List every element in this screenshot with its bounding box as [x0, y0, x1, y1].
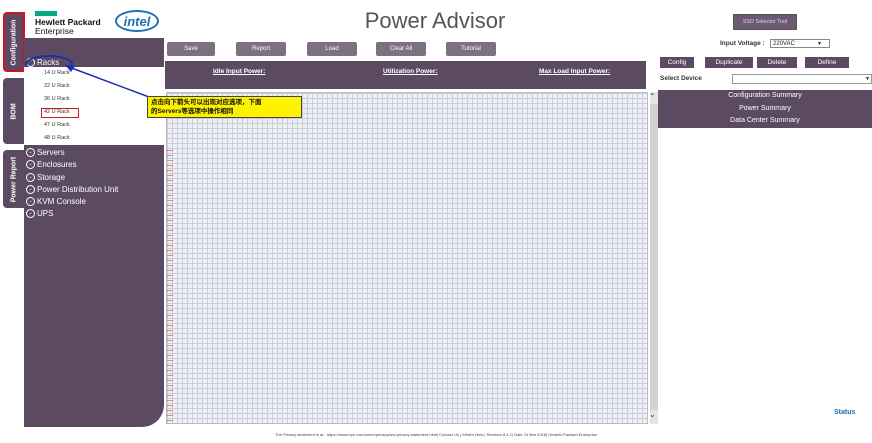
select-device-label: Select Device	[660, 75, 702, 82]
hpe-logo: Hewlett Packard Enterprise	[35, 18, 101, 36]
tab-power-report-label: Power Report	[10, 156, 18, 202]
hpe-logo-bar	[35, 11, 57, 16]
input-voltage-label: Input Voltage :	[720, 40, 765, 47]
rack-item[interactable]: 47 U Rack	[44, 122, 70, 128]
page-title: Power Advisor	[364, 8, 506, 33]
callout-line2: 的Servers等选项中操作相同	[151, 108, 234, 115]
category-label: Power Distribution Unit	[37, 185, 119, 194]
power-summary-bar	[165, 61, 646, 89]
category-enclosures[interactable]: ⌄ Enclosures	[26, 160, 77, 169]
tab-configuration-label: Configuration	[10, 19, 18, 65]
input-voltage-select[interactable]: 220VAC ▼	[770, 39, 830, 48]
load-button[interactable]: Load	[307, 42, 357, 56]
dropdown-arrow-icon: ▼	[817, 41, 822, 47]
category-storage[interactable]: ⌄ Storage	[26, 173, 65, 182]
footer-text: The Privacy statement is at - https://ww…	[275, 432, 597, 437]
scroll-up-icon[interactable]: ⌃	[649, 92, 656, 101]
callout-line1: 点击向下箭头可以出现对应选项，下面	[151, 99, 262, 106]
category-pdu[interactable]: ⌄ Power Distribution Unit	[26, 185, 118, 194]
rack-unit-ruler	[167, 150, 173, 422]
save-button[interactable]: Save	[167, 42, 215, 56]
annotation-callout: 点击向下箭头可以出现对应选项，下面 的Servers等选项中操作相同	[147, 96, 302, 118]
dropdown-arrow-icon: ▼	[865, 76, 870, 82]
brand-line2: Enterprise	[35, 26, 74, 36]
category-label: Servers	[37, 148, 65, 157]
clear-all-button[interactable]: Clear All	[376, 42, 426, 56]
chevron-down-icon: ⌄	[26, 197, 35, 206]
utilization-power-label: Utilization Power:	[383, 68, 438, 75]
rack-item[interactable]: 48 U Rack	[44, 135, 70, 141]
category-label: KVM Console	[37, 197, 86, 206]
category-label: Enclosures	[37, 160, 77, 169]
delete-button[interactable]: Delete	[757, 57, 797, 68]
callout-arrow-icon	[65, 65, 150, 98]
chevron-down-icon: ⌄	[26, 185, 35, 194]
tab-power-report[interactable]: Power Report	[3, 150, 25, 208]
category-servers[interactable]: ⌄ Servers	[26, 148, 65, 157]
configuration-summary-link[interactable]: Configuration Summary	[658, 92, 872, 99]
power-summary-link[interactable]: Power Summary	[658, 105, 872, 112]
category-ups[interactable]: ⌄ UPS	[26, 209, 53, 218]
data-center-summary-link[interactable]: Data Center Summary	[658, 117, 872, 124]
config-button[interactable]: Config	[660, 57, 694, 68]
category-label: UPS	[37, 209, 54, 218]
define-button[interactable]: Define	[805, 57, 849, 68]
chevron-down-icon: ⌄	[26, 160, 35, 169]
rack-canvas[interactable]	[166, 92, 648, 424]
tutorial-button[interactable]: Tutorial	[446, 42, 496, 56]
max-load-power-label: Max Load Input Power:	[539, 68, 611, 75]
rack-item-highlight	[41, 108, 79, 118]
scroll-down-icon[interactable]: ⌄	[649, 410, 656, 419]
canvas-scroll-thumb[interactable]	[650, 104, 658, 410]
category-label: Storage	[37, 173, 66, 182]
intel-logo: intel	[115, 10, 159, 32]
duplicate-button[interactable]: Duplicate	[705, 57, 753, 68]
report-button[interactable]: Report	[236, 42, 286, 56]
chevron-down-icon: ⌄	[26, 209, 35, 218]
tab-bom-label: BOM	[10, 102, 18, 120]
ssd-selector-button[interactable]: SSD Selector Tool	[733, 14, 797, 30]
tab-bom[interactable]: BOM	[3, 78, 25, 144]
select-device-dropdown[interactable]: ▼	[732, 74, 872, 84]
chevron-down-icon: ⌄	[26, 148, 35, 157]
input-voltage-value: 220VAC	[773, 41, 795, 47]
idle-power-label: Idle Input Power:	[213, 68, 266, 75]
tab-configuration[interactable]: Configuration	[3, 12, 25, 72]
category-kvm-console[interactable]: ⌄ KVM Console	[26, 197, 86, 206]
chevron-down-icon: ⌄	[26, 173, 35, 182]
status-link[interactable]: Status	[834, 409, 855, 416]
